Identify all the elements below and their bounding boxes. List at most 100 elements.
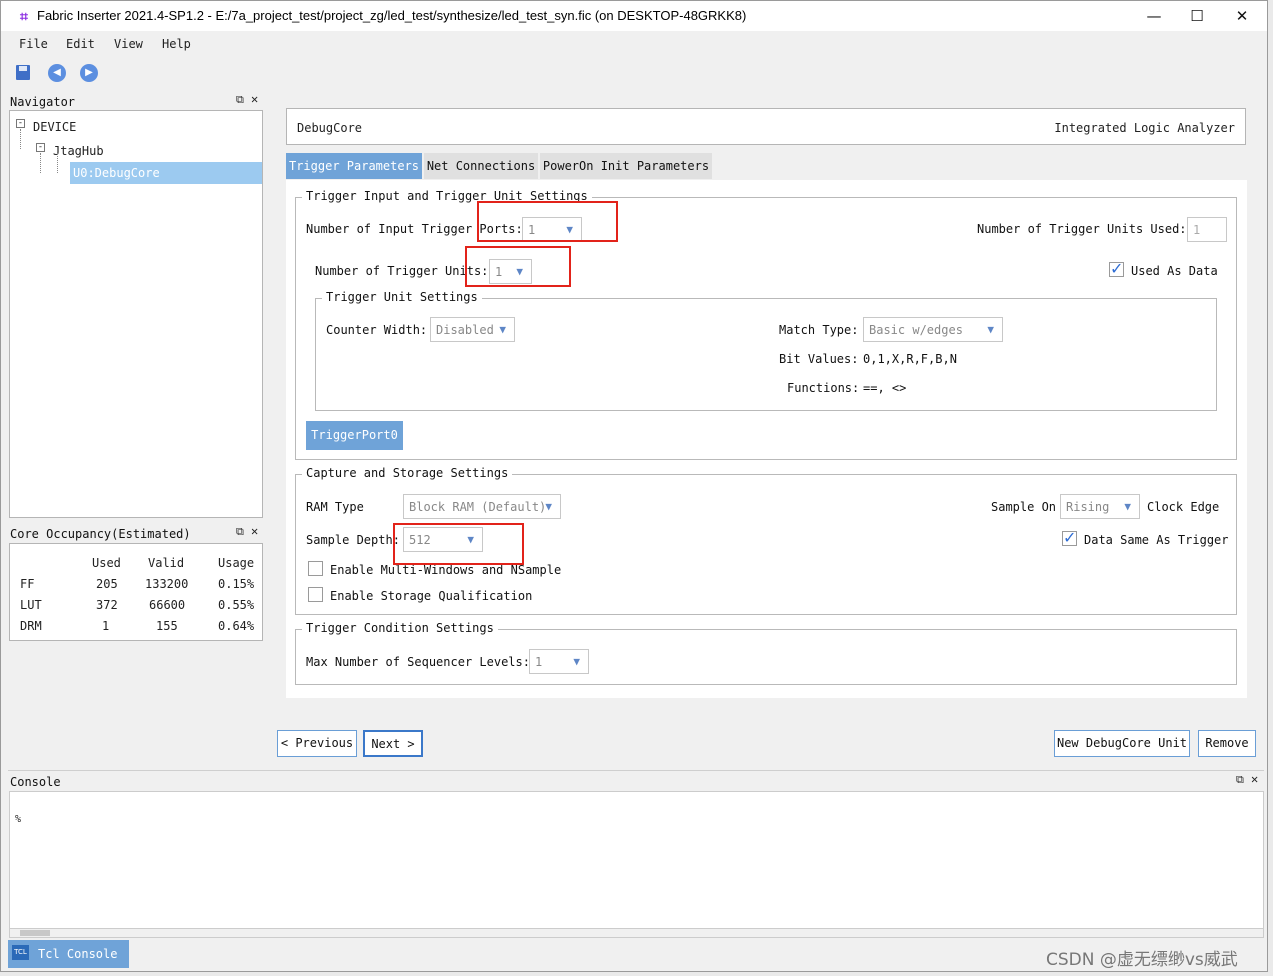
multi-windows-checkbox[interactable] (308, 561, 323, 576)
title-bar: ⌗ Fabric Inserter 2021.4-SP1.2 - E:/7a_p… (1, 1, 1267, 31)
minimize-button[interactable]: — (1131, 1, 1177, 31)
menu-help[interactable]: Help (162, 37, 191, 51)
combo-value: Rising (1066, 500, 1110, 514)
tab-trigger-parameters[interactable]: Trigger Parameters (286, 153, 422, 179)
menu-bar: File Edit View Help (1, 32, 1267, 56)
navigator-title: Navigator (10, 95, 76, 109)
horizontal-scrollbar[interactable] (9, 928, 1264, 938)
annotation-box (465, 246, 571, 287)
close-panel-icon[interactable]: ✕ (251, 92, 258, 106)
used-as-data-label: Used As Data (1131, 264, 1218, 278)
combo-value: Block RAM (Default) (409, 500, 547, 514)
table-cell: FF (20, 577, 35, 591)
combo-value: Disabled (436, 323, 494, 337)
annotation-box (477, 201, 618, 242)
counter-width-combo[interactable]: Disabled ▼ (430, 317, 515, 342)
max-levels-label: Max Number of Sequencer Levels: (306, 655, 530, 669)
match-type-combo[interactable]: Basic w/edges ▼ (863, 317, 1003, 342)
sample-depth-label: Sample Depth: (306, 533, 400, 547)
save-icon[interactable] (16, 65, 30, 80)
menu-file[interactable]: File (19, 37, 48, 51)
restore-icon[interactable]: ⧉ (236, 525, 244, 539)
units-used-field: 1 (1187, 217, 1227, 242)
data-same-label: Data Same As Trigger (1084, 533, 1229, 547)
app-icon: ⌗ (20, 8, 28, 24)
storage-qual-checkbox[interactable] (308, 587, 323, 602)
header-left: DebugCore (297, 121, 363, 135)
table-cell: 155 (156, 619, 178, 633)
sample-on-combo[interactable]: Rising ▼ (1060, 494, 1140, 519)
table-cell: DRM (20, 619, 42, 633)
restore-icon[interactable]: ⧉ (236, 93, 244, 107)
maximize-button[interactable]: ☐ (1174, 1, 1220, 31)
table-cell: 1 (102, 619, 110, 633)
annotation-box (393, 523, 524, 565)
console-prompt: % (15, 814, 22, 825)
counter-width-label: Counter Width: (326, 323, 428, 337)
close-panel-icon[interactable]: ✕ (1251, 772, 1258, 786)
watermark: CSDN @虚无缥缈vs威武 (1046, 950, 1238, 970)
used-as-data-checkbox[interactable] (1109, 259, 1124, 278)
combo-value: 1 (535, 655, 543, 669)
sample-on-label: Sample On (991, 500, 1057, 514)
previous-button[interactable]: < Previous (277, 730, 357, 757)
table-cell: 205 (96, 577, 118, 591)
navigator-tree: - DEVICE - JtagHub U0:DebugCore (9, 110, 263, 518)
tree-item-device[interactable]: DEVICE (33, 120, 76, 134)
functions-value: ==, <> (863, 381, 907, 395)
restore-icon[interactable]: ⧉ (1236, 773, 1244, 787)
toolbar: ◀ ▶ (1, 58, 1267, 88)
tcl-console-tab[interactable]: TCL Tcl Console (8, 940, 129, 968)
remove-button[interactable]: Remove (1198, 730, 1256, 757)
table-cell: 0.64% (218, 619, 255, 633)
tree-item-selected[interactable]: U0:DebugCore (70, 162, 262, 184)
tab-poweron-init[interactable]: PowerOn Init Parameters (540, 153, 712, 179)
max-levels-combo[interactable]: 1 ▼ (529, 649, 589, 674)
tcl-icon: TCL (12, 945, 29, 960)
field-value: 1 (1193, 223, 1201, 237)
close-panel-icon[interactable]: ✕ (251, 524, 258, 538)
debugcore-header: DebugCore Integrated Logic Analyzer (286, 108, 1246, 145)
trigger-port-button[interactable]: TriggerPort0 (306, 421, 403, 450)
tree-item-jtaghub[interactable]: JtagHub (53, 144, 104, 158)
menu-edit[interactable]: Edit (66, 37, 95, 51)
data-same-checkbox[interactable] (1062, 528, 1077, 547)
trigger-unit-settings-group: Trigger Unit Settings (315, 290, 1217, 411)
collapse-icon[interactable]: - (16, 119, 25, 128)
back-icon[interactable]: ◀ (48, 64, 66, 82)
col-header-usage: Usage (218, 556, 255, 570)
next-button[interactable]: Next > (363, 730, 423, 757)
condition-group-title: Trigger Condition Settings (302, 621, 498, 635)
unit-group-title: Trigger Unit Settings (322, 290, 482, 304)
bit-values-label: Bit Values: (779, 352, 859, 366)
trigger-units-label: Number of Trigger Units: (315, 264, 489, 278)
close-button[interactable]: ✕ (1219, 1, 1265, 31)
forward-icon[interactable]: ▶ (80, 64, 98, 82)
capture-group-title: Capture and Storage Settings (302, 466, 513, 480)
console-title: Console (10, 775, 61, 789)
new-debugcore-unit-button[interactable]: New DebugCore Unit (1054, 730, 1190, 757)
occupancy-table: Used Valid Usage FF 205 133200 0.15% LUT… (9, 543, 263, 641)
match-type-label: Match Type: (779, 323, 859, 337)
ram-type-combo[interactable]: Block RAM (Default) ▼ (403, 494, 561, 519)
chevron-down-icon: ▼ (499, 323, 506, 336)
header-right: Integrated Logic Analyzer (1054, 121, 1235, 135)
clock-edge-label: Clock Edge (1147, 500, 1220, 514)
table-cell: 0.55% (218, 598, 255, 612)
ram-type-label: RAM Type (306, 500, 364, 514)
table-cell: 133200 (145, 577, 189, 591)
menu-view[interactable]: View (114, 37, 143, 51)
chevron-down-icon: ▼ (1124, 500, 1131, 513)
scrollbar-thumb[interactable] (20, 930, 50, 936)
table-cell: LUT (20, 598, 42, 612)
chevron-down-icon: ▼ (573, 655, 580, 668)
tab-content: Trigger Input and Trigger Unit Settings … (286, 180, 1247, 698)
console-output[interactable]: % (9, 791, 1264, 931)
table-cell: 372 (96, 598, 118, 612)
combo-value: Basic w/edges (869, 323, 963, 337)
collapse-icon[interactable]: - (36, 143, 45, 152)
tab-net-connections[interactable]: Net Connections (424, 153, 538, 179)
window-title: Fabric Inserter 2021.4-SP1.2 - E:/7a_pro… (37, 8, 747, 23)
occupancy-title: Core Occupancy(Estimated) (10, 527, 191, 541)
table-cell: 66600 (149, 598, 186, 612)
